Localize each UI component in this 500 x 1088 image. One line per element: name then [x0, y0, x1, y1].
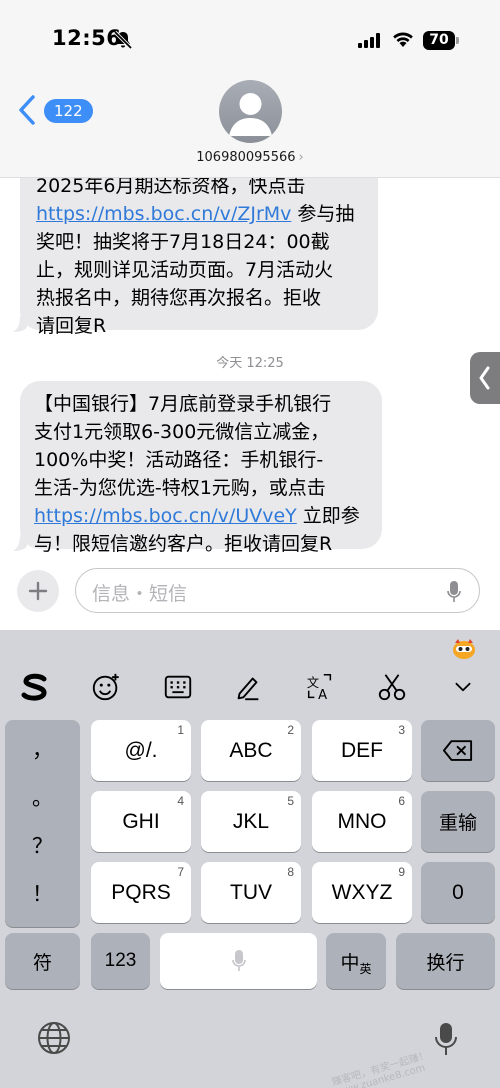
contact-chevron: ›: [298, 150, 304, 165]
message-text: 立即参: [296, 505, 360, 527]
key-ghi-4[interactable]: GHI 4: [91, 791, 191, 852]
key-number: 2: [287, 723, 294, 737]
translate-icon[interactable]: 文 A: [303, 670, 337, 704]
side-panel-handle[interactable]: [470, 352, 500, 404]
key-label: WXYZ: [331, 880, 393, 904]
key-number: 4: [177, 794, 184, 808]
battery-cap: [456, 37, 459, 44]
key-abc-2[interactable]: ABC 2: [201, 720, 301, 781]
message-input[interactable]: 信息・短信: [75, 568, 480, 613]
key-zero[interactable]: 0: [421, 862, 495, 923]
message-line: https://mbs.boc.cn/v/UVveY 立即参: [34, 502, 372, 530]
key-label: TUV: [230, 880, 272, 904]
key-label: @/.: [124, 738, 158, 762]
message-line: 支付1元领取6-300元微信立减金，: [34, 421, 330, 443]
space-key[interactable]: [160, 933, 317, 989]
message-line: 100%中奖！活动路径：手机银行-: [34, 449, 324, 471]
key-number: 3: [398, 723, 405, 737]
key-pqrs-7[interactable]: PQRS 7: [91, 862, 191, 923]
key-tuv-8[interactable]: TUV 8: [201, 862, 301, 923]
key-number: 7: [177, 865, 184, 879]
bubble-tail: [13, 316, 27, 332]
return-key[interactable]: 换行: [396, 933, 495, 989]
key-label: GHI: [122, 809, 160, 833]
message-line: 奖吧！抽奖将于7月18日24：00截: [36, 231, 330, 253]
key-label: ABC: [229, 738, 273, 762]
key-def-3[interactable]: DEF 3: [312, 720, 412, 781]
punct-comma[interactable]: ，: [5, 734, 80, 764]
person-icon: [229, 93, 272, 136]
key-mno-6[interactable]: MNO 6: [312, 791, 412, 852]
back-chevron-icon[interactable]: [18, 94, 36, 126]
punctuation-column[interactable]: ， 。 ？ ！: [5, 720, 80, 927]
message-line: https://mbs.boc.cn/v/ZJrMv 参与抽: [36, 200, 364, 228]
message-line: 与！限短信邀约客户。拒收请回复R: [34, 533, 333, 555]
cellular-signal-icon: [358, 33, 380, 48]
key-label: JKL: [232, 809, 270, 833]
collapse-keyboard-icon[interactable]: [446, 670, 480, 704]
key-symbols-1[interactable]: @/. 1: [91, 720, 191, 781]
reenter-button[interactable]: 重输: [421, 791, 495, 852]
contact-number: 106980095566: [196, 150, 296, 165]
svg-text:A: A: [318, 688, 327, 703]
chevron-left-icon: [479, 366, 490, 390]
key-label: MNO: [337, 809, 387, 833]
scissors-icon[interactable]: [375, 670, 409, 704]
message-link[interactable]: https://mbs.boc.cn/v/UVveY: [34, 505, 297, 527]
delete-button[interactable]: [421, 720, 495, 781]
mascot-icon[interactable]: [452, 638, 476, 660]
punct-question[interactable]: ？: [5, 830, 80, 860]
key-wxyz-9[interactable]: WXYZ 9: [312, 862, 412, 923]
message-link[interactable]: https://mbs.boc.cn/v/ZJrMv: [36, 203, 291, 225]
message-line: 热报名中，期待您再次报名。拒收: [36, 287, 322, 309]
language-switch-key[interactable]: 中英: [326, 933, 386, 989]
bell-muted-icon: [113, 30, 133, 50]
plus-icon: [28, 581, 48, 601]
symbol-key[interactable]: 符: [5, 933, 80, 989]
bubble-tail: [13, 535, 27, 551]
key-label: DEF: [341, 738, 383, 762]
numbers-key[interactable]: 123: [91, 933, 150, 989]
key-jkl-5[interactable]: JKL 5: [201, 791, 301, 852]
message-line: 生活-为您优选-特权1元购，或点击: [34, 477, 326, 499]
message-line: 请回复R: [36, 315, 107, 337]
punct-period[interactable]: 。: [5, 782, 80, 812]
message-timestamp: 今天 12:25: [216, 356, 284, 371]
language-sub: 英: [359, 961, 372, 976]
message-text: 参与抽: [291, 203, 355, 225]
keyboard-layout-icon[interactable]: [161, 670, 195, 704]
handwriting-pen-icon[interactable]: [231, 670, 265, 704]
key-number: 8: [287, 865, 294, 879]
battery-indicator: 70: [423, 31, 455, 50]
key-number: 5: [287, 794, 294, 808]
message-line: 止，规则详见活动页面。7月活动火: [36, 259, 334, 281]
dictation-mic-icon[interactable]: [447, 581, 461, 603]
add-attachment-button[interactable]: [17, 570, 59, 612]
emoji-icon[interactable]: [89, 670, 123, 704]
message-bubble[interactable]: 【中国银行】7月底前登录手机银行 支付1元领取6-300元微信立减金， 100%…: [20, 381, 382, 555]
message-line: 【中国银行】7月底前登录手机银行: [34, 393, 332, 415]
key-number: 1: [177, 723, 184, 737]
language-main: 中: [340, 952, 360, 974]
key-label: PQRS: [111, 880, 171, 904]
globe-icon[interactable]: [36, 1020, 72, 1056]
punct-exclamation[interactable]: ！: [5, 878, 80, 908]
backspace-icon: [443, 740, 473, 761]
status-bar: 12:56 70: [0, 0, 500, 80]
sogou-logo-icon[interactable]: [18, 670, 52, 704]
status-time: 12:56: [52, 26, 122, 50]
voice-input-mic-icon: [231, 950, 246, 971]
contact-avatar[interactable]: [219, 80, 282, 143]
keyboard: 文 A ， 。 ？ ！ @/. 1 ABC 2 DEF 3 GHI 4 JKL 5 MNO…: [0, 630, 500, 1088]
unread-count-badge[interactable]: 122: [44, 99, 93, 123]
message-input-placeholder: 信息・短信: [92, 583, 188, 605]
key-number: 6: [398, 794, 405, 808]
contact-name[interactable]: 106980095566 ›: [0, 150, 500, 165]
key-number: 9: [398, 865, 405, 879]
wifi-icon: [393, 32, 413, 47]
